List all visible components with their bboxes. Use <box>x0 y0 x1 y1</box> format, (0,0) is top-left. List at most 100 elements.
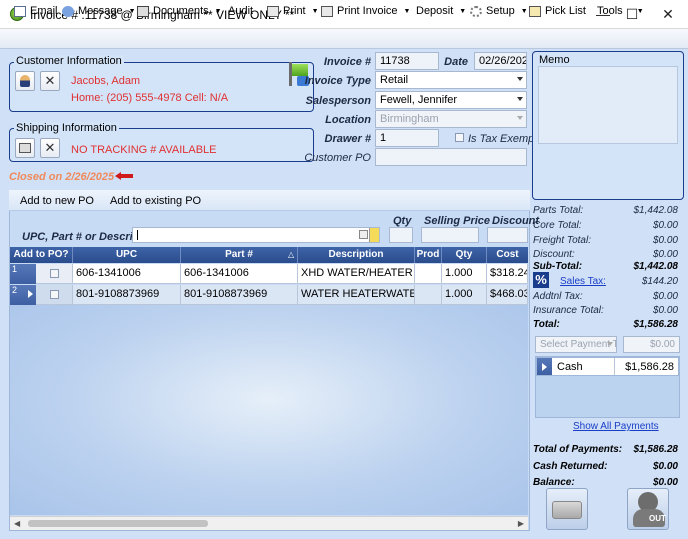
chevron-down-icon <box>517 97 523 101</box>
shipping-lookup-button[interactable] <box>15 138 35 158</box>
qty-cell: 1.000 <box>442 264 487 284</box>
printer-icon <box>267 5 279 17</box>
col-part-number[interactable]: Part # <box>181 247 298 263</box>
scroll-left-icon[interactable]: ◀ <box>14 519 20 528</box>
scrollbar-thumb[interactable] <box>28 520 208 527</box>
close-button[interactable]: ✕ <box>653 4 683 24</box>
payment-amount-input[interactable]: $0.00 <box>623 336 680 353</box>
cash-returned-value: $0.00 <box>652 461 678 472</box>
deposit-button[interactable]: Deposit ▼ <box>416 3 466 19</box>
invoice-number-label: Invoice # <box>323 56 371 68</box>
payment-type-select[interactable]: Select Payment T <box>535 336 617 353</box>
addtnl-tax-label: Addtnl Tax: <box>533 291 583 302</box>
col-qty[interactable]: Qty <box>442 247 487 263</box>
cash-returned-label: Cash Returned: <box>533 461 608 472</box>
col-add-to-po[interactable]: Add to PO? <box>10 247 73 263</box>
customer-lookup-button[interactable] <box>15 71 35 91</box>
location-select[interactable]: Birmingham <box>375 110 527 128</box>
check-out-button[interactable]: OUT <box>627 488 669 530</box>
memo-title: Memo <box>537 54 572 66</box>
add-to-existing-po-button[interactable]: Add to existing PO <box>110 195 201 207</box>
location-label: Location <box>325 114 371 126</box>
description-cell: XHD WATER/HEATER HOSE <box>298 264 415 284</box>
freight-total-value: $0.00 <box>652 235 678 246</box>
balance-label: Balance: <box>533 477 575 488</box>
documents-button[interactable]: Documents ▼ <box>137 3 222 19</box>
memo-textarea[interactable] <box>538 66 678 144</box>
customer-po-field[interactable] <box>375 148 527 166</box>
customer-po-label: Customer PO <box>304 152 371 164</box>
discount-input[interactable] <box>487 227 528 243</box>
scroll-right-icon[interactable]: ▶ <box>518 519 524 528</box>
chevron-down-icon <box>607 342 613 346</box>
addtnl-tax-value: $0.00 <box>652 291 678 302</box>
gear-icon <box>470 5 482 17</box>
documents-icon <box>137 5 149 17</box>
tools-button[interactable]: Tools ▼ <box>597 3 644 19</box>
upc-search-input[interactable] <box>132 227 380 243</box>
subtotal-value: $1,442.08 <box>633 261 679 272</box>
audit-button[interactable]: Audit <box>228 3 253 19</box>
total-value: $1,586.28 <box>633 319 679 330</box>
email-button[interactable]: Email <box>14 3 58 19</box>
chevron-down-icon: ▼ <box>636 7 644 15</box>
message-button[interactable]: Message ▼ <box>62 3 136 19</box>
print-button[interactable]: Print ▼ <box>267 3 319 19</box>
table-row[interactable]: 1 606-1341006 606-1341006 XHD WATER/HEAT… <box>10 264 528 284</box>
cost-cell: $468.03 <box>487 285 528 305</box>
payment-row-amount: $1,586.28 <box>625 361 674 373</box>
sales-tax-value: $144.20 <box>641 276 678 287</box>
add-to-new-po-button[interactable]: Add to new PO <box>20 195 94 207</box>
credit-card-button[interactable] <box>546 488 588 530</box>
date-label: Date <box>444 56 468 68</box>
add-to-po-cell <box>36 285 73 305</box>
chat-bubble-icon <box>62 5 74 17</box>
parts-total-label: Parts Total: <box>533 205 584 216</box>
sales-tax-link[interactable]: Sales Tax: <box>560 276 606 287</box>
setup-button[interactable]: Setup ▼ <box>470 3 528 19</box>
customer-phones: Home: (205) 555-4978 Cell: N/A <box>71 92 229 104</box>
tax-exempt-checkbox[interactable] <box>455 133 464 142</box>
selling-price-header: Selling Price <box>424 215 491 227</box>
chevron-down-icon: ▼ <box>403 7 411 15</box>
invoice-type-select[interactable]: Retail <box>375 71 527 89</box>
current-row-icon <box>28 290 33 298</box>
total-payments-value: $1,586.28 <box>633 444 679 455</box>
chevron-down-icon: ▼ <box>459 7 467 15</box>
qty-input[interactable] <box>389 227 413 243</box>
core-total-label: Core Total: <box>533 220 582 231</box>
add-to-po-checkbox[interactable] <box>50 290 59 299</box>
col-description[interactable]: Description <box>298 247 415 263</box>
col-prod[interactable]: Prod <box>415 247 442 263</box>
upc-cell: 801-9108873969 <box>73 285 181 305</box>
invoice-type-label: Invoice Type <box>304 75 371 87</box>
subtotal-label: Sub-Total: <box>533 261 583 272</box>
dropdown-button[interactable] <box>369 228 379 242</box>
sort-ascending-icon: △ <box>288 250 295 259</box>
percent-icon[interactable]: % <box>533 272 549 288</box>
selling-price-input[interactable] <box>421 227 479 243</box>
customer-name: Jacobs, Adam <box>71 75 141 87</box>
drawer-label: Drawer # <box>324 133 371 145</box>
balance-value: $0.00 <box>652 477 678 488</box>
core-total-value: $0.00 <box>652 220 678 231</box>
close-icon: ✕ <box>44 73 56 88</box>
insurance-total-value: $0.00 <box>652 305 678 316</box>
clear-customer-button[interactable]: ✕ <box>40 71 60 91</box>
table-row[interactable]: 2 801-9108873969 801-9108873969 WATER HE… <box>10 285 528 305</box>
col-cost[interactable]: Cost <box>487 247 528 263</box>
payment-row[interactable]: Cash $1,586.28 <box>536 357 679 376</box>
pick-list-button[interactable]: Pick List <box>529 3 586 19</box>
clear-shipping-button[interactable]: ✕ <box>40 138 60 158</box>
add-to-po-checkbox[interactable] <box>50 269 59 278</box>
col-upc[interactable]: UPC <box>73 247 181 263</box>
part-cell: 801-9108873969 <box>181 285 298 305</box>
out-label: OUT <box>649 514 666 523</box>
horizontal-scrollbar[interactable]: ◀ ▶ <box>10 516 528 530</box>
cost-cell: $318.24 <box>487 264 528 284</box>
chevron-down-icon <box>517 77 523 81</box>
print-invoice-button[interactable]: Print Invoice ▼ <box>321 3 410 19</box>
show-all-payments-link[interactable]: Show All Payments <box>573 421 659 432</box>
arrow-left-icon <box>115 172 133 180</box>
salesperson-select[interactable]: Fewell, Jennifer <box>375 91 527 109</box>
